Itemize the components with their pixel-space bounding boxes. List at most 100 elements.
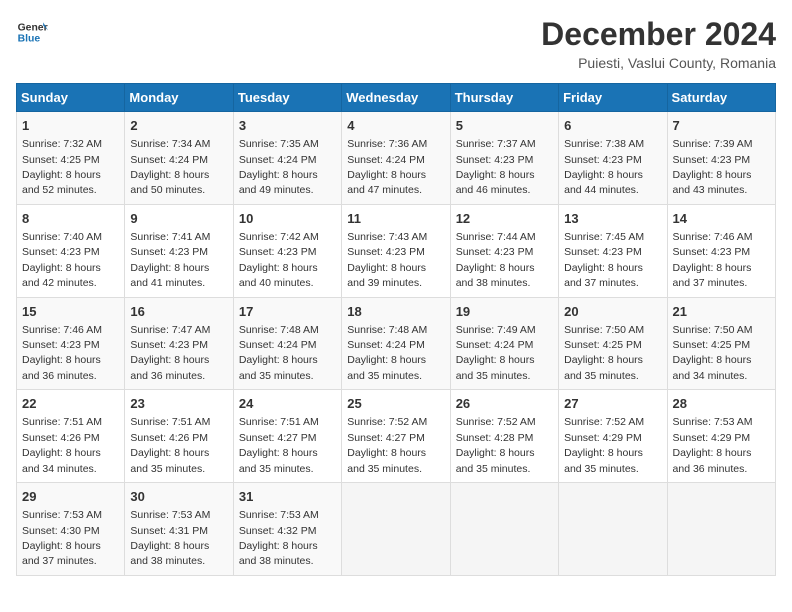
- calendar-day-cell: 23 Sunrise: 7:51 AMSunset: 4:26 PMDaylig…: [125, 390, 233, 483]
- day-info: Sunrise: 7:49 AMSunset: 4:24 PMDaylight:…: [456, 324, 536, 382]
- calendar-day-header: Sunday: [17, 84, 125, 112]
- calendar-day-cell: 4 Sunrise: 7:36 AMSunset: 4:24 PMDayligh…: [342, 112, 450, 205]
- day-number: 15: [22, 303, 119, 321]
- svg-text:Blue: Blue: [18, 34, 41, 45]
- calendar-week-row: 22 Sunrise: 7:51 AMSunset: 4:26 PMDaylig…: [17, 390, 776, 483]
- calendar-day-cell: 29 Sunrise: 7:53 AMSunset: 4:30 PMDaylig…: [17, 483, 125, 576]
- day-number: 13: [564, 210, 661, 228]
- day-number: 27: [564, 395, 661, 413]
- calendar-body: 1 Sunrise: 7:32 AMSunset: 4:25 PMDayligh…: [17, 112, 776, 576]
- day-info: Sunrise: 7:40 AMSunset: 4:23 PMDaylight:…: [22, 231, 102, 289]
- location: Puiesti, Vaslui County, Romania: [541, 55, 776, 71]
- day-number: 4: [347, 117, 444, 135]
- calendar-day-cell: [450, 483, 558, 576]
- day-number: 2: [130, 117, 227, 135]
- day-info: Sunrise: 7:38 AMSunset: 4:23 PMDaylight:…: [564, 138, 644, 196]
- day-info: Sunrise: 7:53 AMSunset: 4:32 PMDaylight:…: [239, 509, 319, 567]
- calendar-day-cell: 19 Sunrise: 7:49 AMSunset: 4:24 PMDaylig…: [450, 297, 558, 390]
- day-number: 23: [130, 395, 227, 413]
- day-number: 30: [130, 488, 227, 506]
- day-number: 28: [673, 395, 770, 413]
- day-number: 17: [239, 303, 336, 321]
- day-info: Sunrise: 7:50 AMSunset: 4:25 PMDaylight:…: [673, 324, 753, 382]
- day-number: 14: [673, 210, 770, 228]
- day-number: 8: [22, 210, 119, 228]
- day-number: 26: [456, 395, 553, 413]
- day-info: Sunrise: 7:50 AMSunset: 4:25 PMDaylight:…: [564, 324, 644, 382]
- day-number: 25: [347, 395, 444, 413]
- calendar-day-cell: [667, 483, 775, 576]
- calendar-day-cell: 27 Sunrise: 7:52 AMSunset: 4:29 PMDaylig…: [559, 390, 667, 483]
- calendar-day-cell: 25 Sunrise: 7:52 AMSunset: 4:27 PMDaylig…: [342, 390, 450, 483]
- calendar-day-header: Saturday: [667, 84, 775, 112]
- day-number: 9: [130, 210, 227, 228]
- calendar-day-header: Friday: [559, 84, 667, 112]
- calendar-day-cell: 6 Sunrise: 7:38 AMSunset: 4:23 PMDayligh…: [559, 112, 667, 205]
- calendar-day-cell: 22 Sunrise: 7:51 AMSunset: 4:26 PMDaylig…: [17, 390, 125, 483]
- day-number: 5: [456, 117, 553, 135]
- calendar-day-cell: 26 Sunrise: 7:52 AMSunset: 4:28 PMDaylig…: [450, 390, 558, 483]
- day-number: 3: [239, 117, 336, 135]
- day-info: Sunrise: 7:34 AMSunset: 4:24 PMDaylight:…: [130, 138, 210, 196]
- calendar-day-cell: 13 Sunrise: 7:45 AMSunset: 4:23 PMDaylig…: [559, 204, 667, 297]
- calendar-day-cell: 11 Sunrise: 7:43 AMSunset: 4:23 PMDaylig…: [342, 204, 450, 297]
- day-number: 22: [22, 395, 119, 413]
- calendar-day-cell: [559, 483, 667, 576]
- day-number: 21: [673, 303, 770, 321]
- calendar-week-row: 8 Sunrise: 7:40 AMSunset: 4:23 PMDayligh…: [17, 204, 776, 297]
- day-info: Sunrise: 7:52 AMSunset: 4:29 PMDaylight:…: [564, 416, 644, 474]
- calendar-day-cell: 12 Sunrise: 7:44 AMSunset: 4:23 PMDaylig…: [450, 204, 558, 297]
- day-number: 19: [456, 303, 553, 321]
- calendar-day-cell: 16 Sunrise: 7:47 AMSunset: 4:23 PMDaylig…: [125, 297, 233, 390]
- page-header: General Blue General Blue December 2024 …: [16, 16, 776, 71]
- month-title: December 2024: [541, 16, 776, 53]
- day-info: Sunrise: 7:51 AMSunset: 4:26 PMDaylight:…: [22, 416, 102, 474]
- day-info: Sunrise: 7:42 AMSunset: 4:23 PMDaylight:…: [239, 231, 319, 289]
- day-number: 18: [347, 303, 444, 321]
- day-number: 16: [130, 303, 227, 321]
- calendar-day-cell: 1 Sunrise: 7:32 AMSunset: 4:25 PMDayligh…: [17, 112, 125, 205]
- day-info: Sunrise: 7:36 AMSunset: 4:24 PMDaylight:…: [347, 138, 427, 196]
- day-number: 29: [22, 488, 119, 506]
- calendar-day-cell: 15 Sunrise: 7:46 AMSunset: 4:23 PMDaylig…: [17, 297, 125, 390]
- day-info: Sunrise: 7:46 AMSunset: 4:23 PMDaylight:…: [22, 324, 102, 382]
- day-info: Sunrise: 7:35 AMSunset: 4:24 PMDaylight:…: [239, 138, 319, 196]
- calendar-day-header: Monday: [125, 84, 233, 112]
- calendar-day-cell: [342, 483, 450, 576]
- day-info: Sunrise: 7:52 AMSunset: 4:27 PMDaylight:…: [347, 416, 427, 474]
- calendar-day-cell: 24 Sunrise: 7:51 AMSunset: 4:27 PMDaylig…: [233, 390, 341, 483]
- day-number: 20: [564, 303, 661, 321]
- day-info: Sunrise: 7:51 AMSunset: 4:27 PMDaylight:…: [239, 416, 319, 474]
- calendar-day-cell: 8 Sunrise: 7:40 AMSunset: 4:23 PMDayligh…: [17, 204, 125, 297]
- calendar-week-row: 1 Sunrise: 7:32 AMSunset: 4:25 PMDayligh…: [17, 112, 776, 205]
- day-info: Sunrise: 7:37 AMSunset: 4:23 PMDaylight:…: [456, 138, 536, 196]
- day-info: Sunrise: 7:52 AMSunset: 4:28 PMDaylight:…: [456, 416, 536, 474]
- calendar-day-cell: 14 Sunrise: 7:46 AMSunset: 4:23 PMDaylig…: [667, 204, 775, 297]
- day-info: Sunrise: 7:53 AMSunset: 4:31 PMDaylight:…: [130, 509, 210, 567]
- logo-icon: General Blue: [16, 16, 48, 48]
- calendar-day-cell: 2 Sunrise: 7:34 AMSunset: 4:24 PMDayligh…: [125, 112, 233, 205]
- calendar-day-cell: 18 Sunrise: 7:48 AMSunset: 4:24 PMDaylig…: [342, 297, 450, 390]
- day-info: Sunrise: 7:43 AMSunset: 4:23 PMDaylight:…: [347, 231, 427, 289]
- day-number: 10: [239, 210, 336, 228]
- calendar-table: SundayMondayTuesdayWednesdayThursdayFrid…: [16, 83, 776, 576]
- calendar-day-header: Thursday: [450, 84, 558, 112]
- day-info: Sunrise: 7:48 AMSunset: 4:24 PMDaylight:…: [239, 324, 319, 382]
- day-number: 7: [673, 117, 770, 135]
- day-info: Sunrise: 7:53 AMSunset: 4:30 PMDaylight:…: [22, 509, 102, 567]
- calendar-day-cell: 3 Sunrise: 7:35 AMSunset: 4:24 PMDayligh…: [233, 112, 341, 205]
- calendar-day-header: Tuesday: [233, 84, 341, 112]
- calendar-day-cell: 31 Sunrise: 7:53 AMSunset: 4:32 PMDaylig…: [233, 483, 341, 576]
- day-info: Sunrise: 7:32 AMSunset: 4:25 PMDaylight:…: [22, 138, 102, 196]
- day-info: Sunrise: 7:45 AMSunset: 4:23 PMDaylight:…: [564, 231, 644, 289]
- logo: General Blue General Blue: [16, 16, 48, 48]
- calendar-day-cell: 28 Sunrise: 7:53 AMSunset: 4:29 PMDaylig…: [667, 390, 775, 483]
- day-info: Sunrise: 7:46 AMSunset: 4:23 PMDaylight:…: [673, 231, 753, 289]
- calendar-day-cell: 9 Sunrise: 7:41 AMSunset: 4:23 PMDayligh…: [125, 204, 233, 297]
- calendar-day-cell: 10 Sunrise: 7:42 AMSunset: 4:23 PMDaylig…: [233, 204, 341, 297]
- day-number: 12: [456, 210, 553, 228]
- day-number: 31: [239, 488, 336, 506]
- title-section: December 2024 Puiesti, Vaslui County, Ro…: [541, 16, 776, 71]
- day-number: 11: [347, 210, 444, 228]
- calendar-header-row: SundayMondayTuesdayWednesdayThursdayFrid…: [17, 84, 776, 112]
